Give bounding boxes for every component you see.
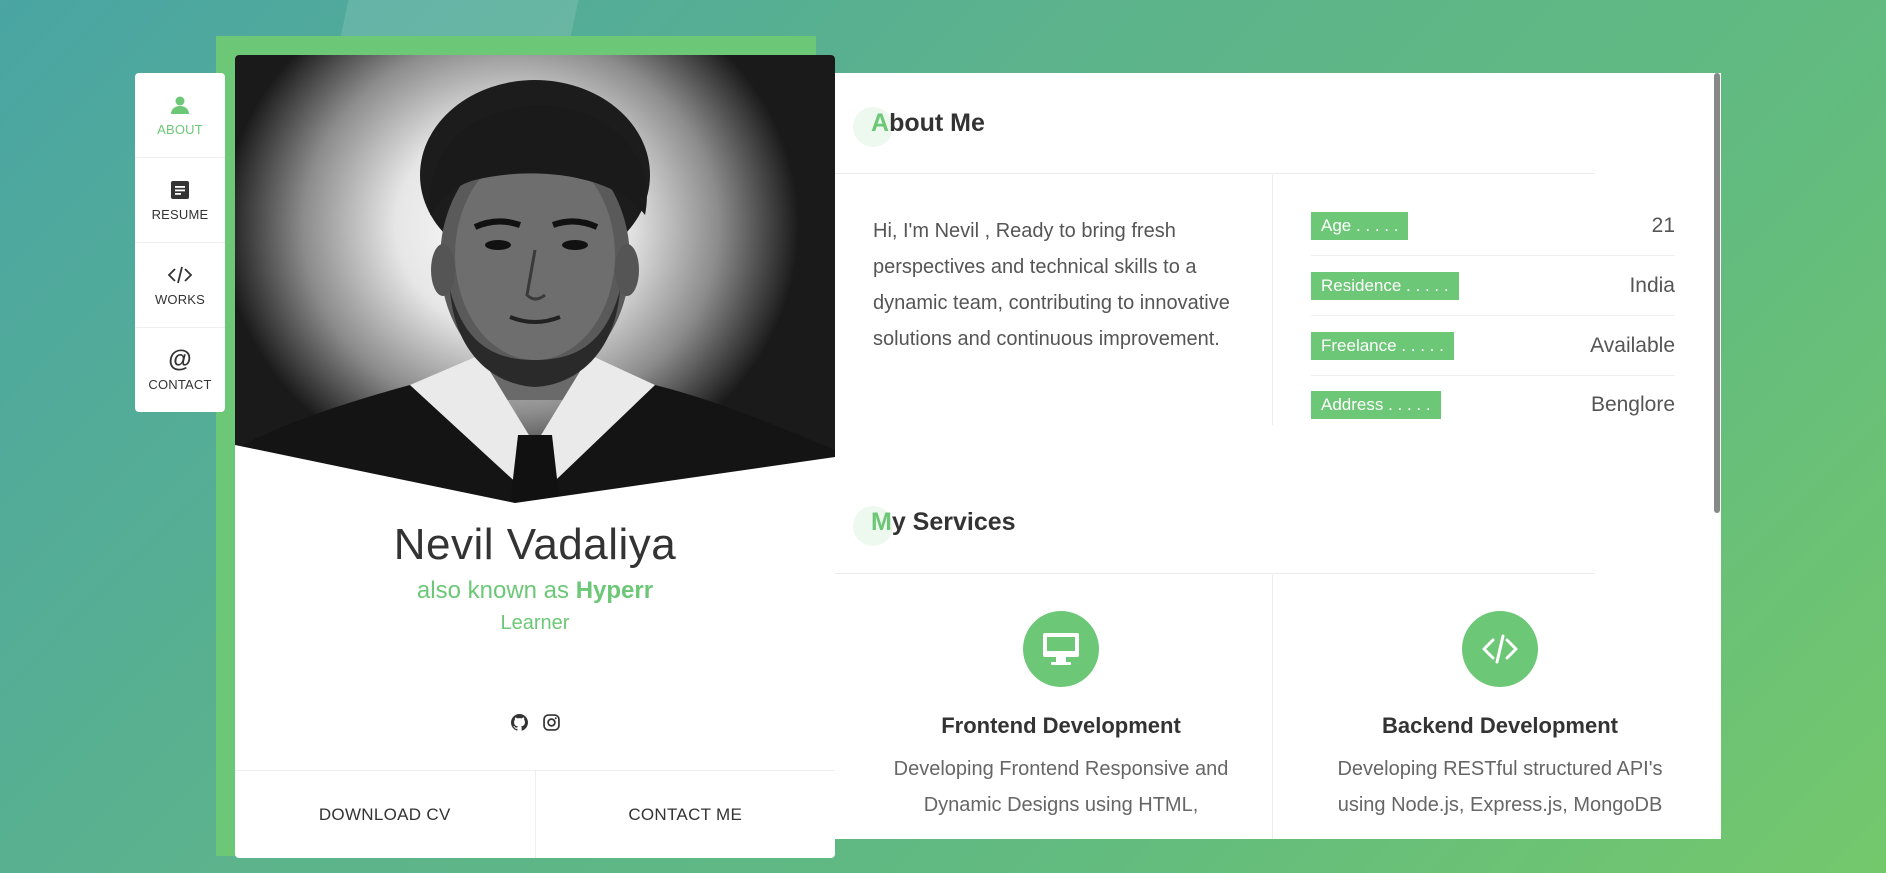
info-label: Residence . . . . . <box>1311 271 1459 300</box>
nav-label-about: ABOUT <box>157 121 203 137</box>
document-icon <box>170 179 190 201</box>
info-value: 21 <box>1651 213 1675 237</box>
code-icon <box>1462 611 1538 687</box>
about-title: About Me <box>853 107 985 147</box>
nav-item-resume[interactable]: RESUME <box>135 158 225 243</box>
contact-me-button[interactable]: CONTACT ME <box>536 771 836 858</box>
info-label: Address . . . . . <box>1311 391 1441 419</box>
info-label: Freelance . . . . . <box>1311 331 1454 360</box>
info-value: Benglore <box>1590 393 1675 416</box>
person-icon <box>170 94 190 116</box>
monitor-icon <box>1023 611 1099 687</box>
aka-name: Hyperr <box>575 577 654 604</box>
service-title: Frontend Development <box>941 713 1181 738</box>
info-row-age: Age . . . . . 21 <box>1311 196 1675 256</box>
profile-role: Learner <box>500 612 570 634</box>
code-icon <box>168 264 192 286</box>
divider <box>835 573 1595 574</box>
nav-item-contact[interactable]: @ CONTACT <box>135 328 225 412</box>
info-row-address: Address . . . . . Benglore <box>1311 375 1675 435</box>
divider <box>1272 575 1273 839</box>
nav-label-contact: CONTACT <box>148 376 212 392</box>
service-backend: Backend Development Developing RESTful s… <box>1290 611 1710 823</box>
service-desc: Developing RESTful structured API's usin… <box>1337 758 1663 816</box>
download-cv-button[interactable]: DOWNLOAD CV <box>235 771 536 858</box>
profile-aka: also known as Hyperr <box>235 577 835 605</box>
about-text: Hi, I'm Nevil , Ready to bring fresh per… <box>873 220 1230 350</box>
aka-prefix: also known as <box>416 577 576 604</box>
info-row-residence: Residence . . . . . India <box>1311 256 1675 316</box>
nav-label-works: WORKS <box>154 291 206 307</box>
profile-photo <box>235 55 835 505</box>
nav-label-resume: RESUME <box>151 206 209 222</box>
card-actions: DOWNLOAD CV CONTACT ME <box>235 770 835 858</box>
services-title: My Services <box>853 506 1016 546</box>
social-links <box>235 713 835 731</box>
service-title: Backend Development <box>1382 713 1618 738</box>
divider <box>1272 175 1273 425</box>
info-value: India <box>1629 273 1675 297</box>
profile-card: Nevil Vadaliya also known as Hyperr Lear… <box>235 55 835 858</box>
github-icon[interactable] <box>510 713 528 731</box>
profile-name: Nevil Vadaliya <box>393 520 677 569</box>
nav-item-about[interactable]: ABOUT <box>135 73 225 158</box>
instagram-icon[interactable] <box>542 713 560 731</box>
info-label: Age . . . . . <box>1311 211 1409 240</box>
divider <box>835 173 1595 174</box>
content-panel[interactable]: About Me Hi, I'm Nevil , Ready to bring … <box>835 73 1721 839</box>
service-frontend: Frontend Development Developing Frontend… <box>851 611 1271 823</box>
side-nav: ABOUT RESUME WORKS @ CONTACT <box>135 73 225 412</box>
info-value: Available <box>1590 333 1675 357</box>
info-row-freelance: Freelance . . . . . Available <box>1311 316 1675 376</box>
nav-item-works[interactable]: WORKS <box>135 243 225 328</box>
scrollbar[interactable] <box>1714 73 1720 513</box>
at-icon: @ <box>168 345 192 373</box>
service-desc: Developing Frontend Responsive and Dynam… <box>893 758 1229 816</box>
